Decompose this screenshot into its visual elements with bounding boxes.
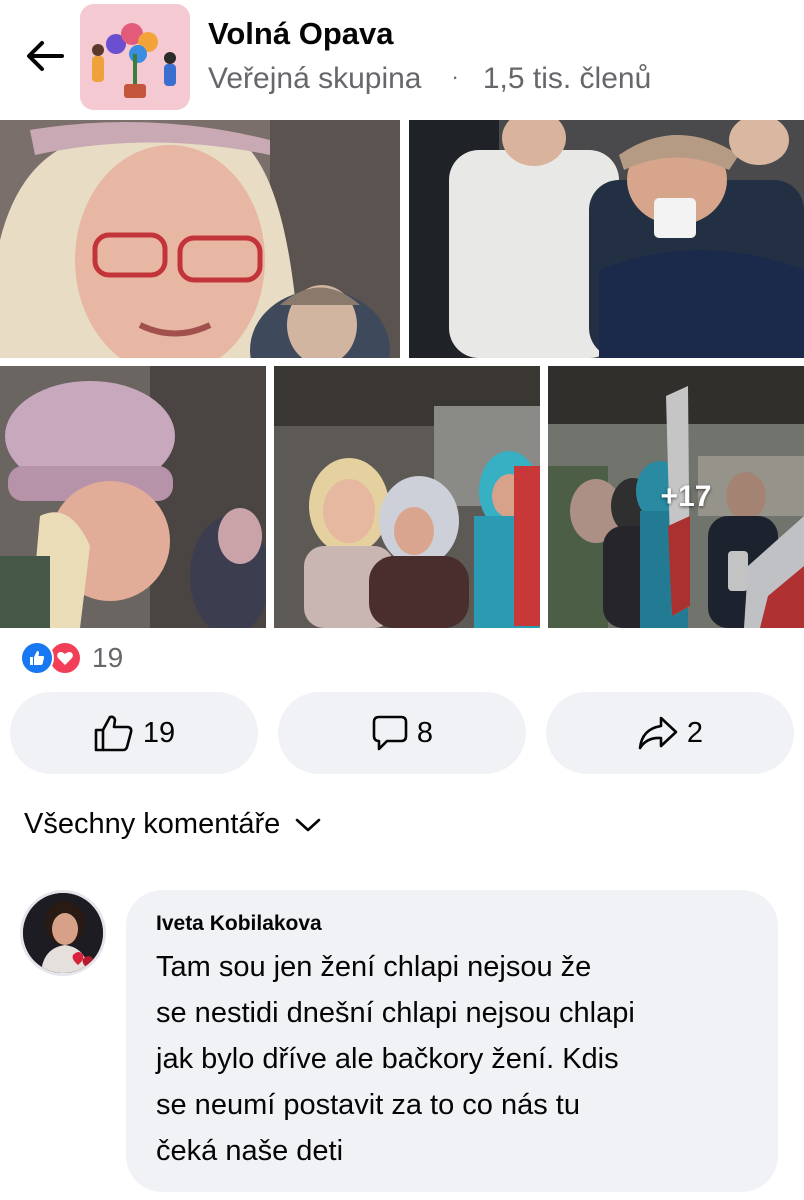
more-photos-overlay[interactable]: +17 bbox=[548, 366, 804, 628]
comment-text: Tam sou jen žení chlapi nejsou že se nes… bbox=[156, 951, 635, 1167]
comment-bubble: Iveta Kobilakova Tam sou jen žení chlapi… bbox=[126, 890, 778, 1192]
share-button[interactable]: 2 bbox=[546, 692, 794, 774]
like-count: 19 bbox=[142, 716, 176, 749]
thumbs-up-icon bbox=[94, 715, 133, 752]
post-photo-2[interactable] bbox=[409, 120, 804, 358]
reaction-summary[interactable]: 19 bbox=[20, 640, 123, 676]
group-type: Veřejná skupina bbox=[208, 62, 422, 95]
comment-count: 8 bbox=[416, 716, 434, 749]
group-meta: Veřejná skupina · 1,5 tis. členů bbox=[208, 62, 651, 96]
comment-bubble-icon bbox=[372, 715, 408, 751]
post-photo-3[interactable] bbox=[0, 366, 266, 628]
like-icon bbox=[20, 641, 54, 675]
avatar[interactable] bbox=[20, 890, 106, 976]
comment-button[interactable]: 8 bbox=[278, 692, 526, 774]
group-cover-thumbnail[interactable] bbox=[80, 4, 190, 110]
group-name[interactable]: Volná Opava bbox=[208, 16, 394, 52]
post-header: Volná Opava Veřejná skupina · 1,5 tis. čle… bbox=[0, 0, 804, 118]
share-arrow-icon bbox=[638, 716, 678, 750]
post-photo-1[interactable] bbox=[0, 120, 400, 358]
back-arrow-icon[interactable] bbox=[22, 36, 66, 76]
like-button[interactable]: 19 bbox=[10, 692, 258, 774]
member-count[interactable]: 1,5 tis. členů bbox=[483, 62, 651, 95]
meta-separator: · bbox=[451, 64, 459, 89]
post-photo-5[interactable]: +17 bbox=[548, 366, 804, 628]
comment-filter-label: Všechny komentáře bbox=[24, 808, 281, 840]
post-photo-4[interactable] bbox=[274, 366, 540, 628]
share-count: 2 bbox=[686, 716, 704, 749]
comment-author[interactable]: Iveta Kobilakova bbox=[156, 912, 754, 936]
comment-filter-dropdown[interactable]: Všechny komentáře bbox=[24, 808, 322, 841]
reaction-count: 19 bbox=[92, 642, 124, 673]
chevron-down-icon bbox=[296, 818, 321, 831]
